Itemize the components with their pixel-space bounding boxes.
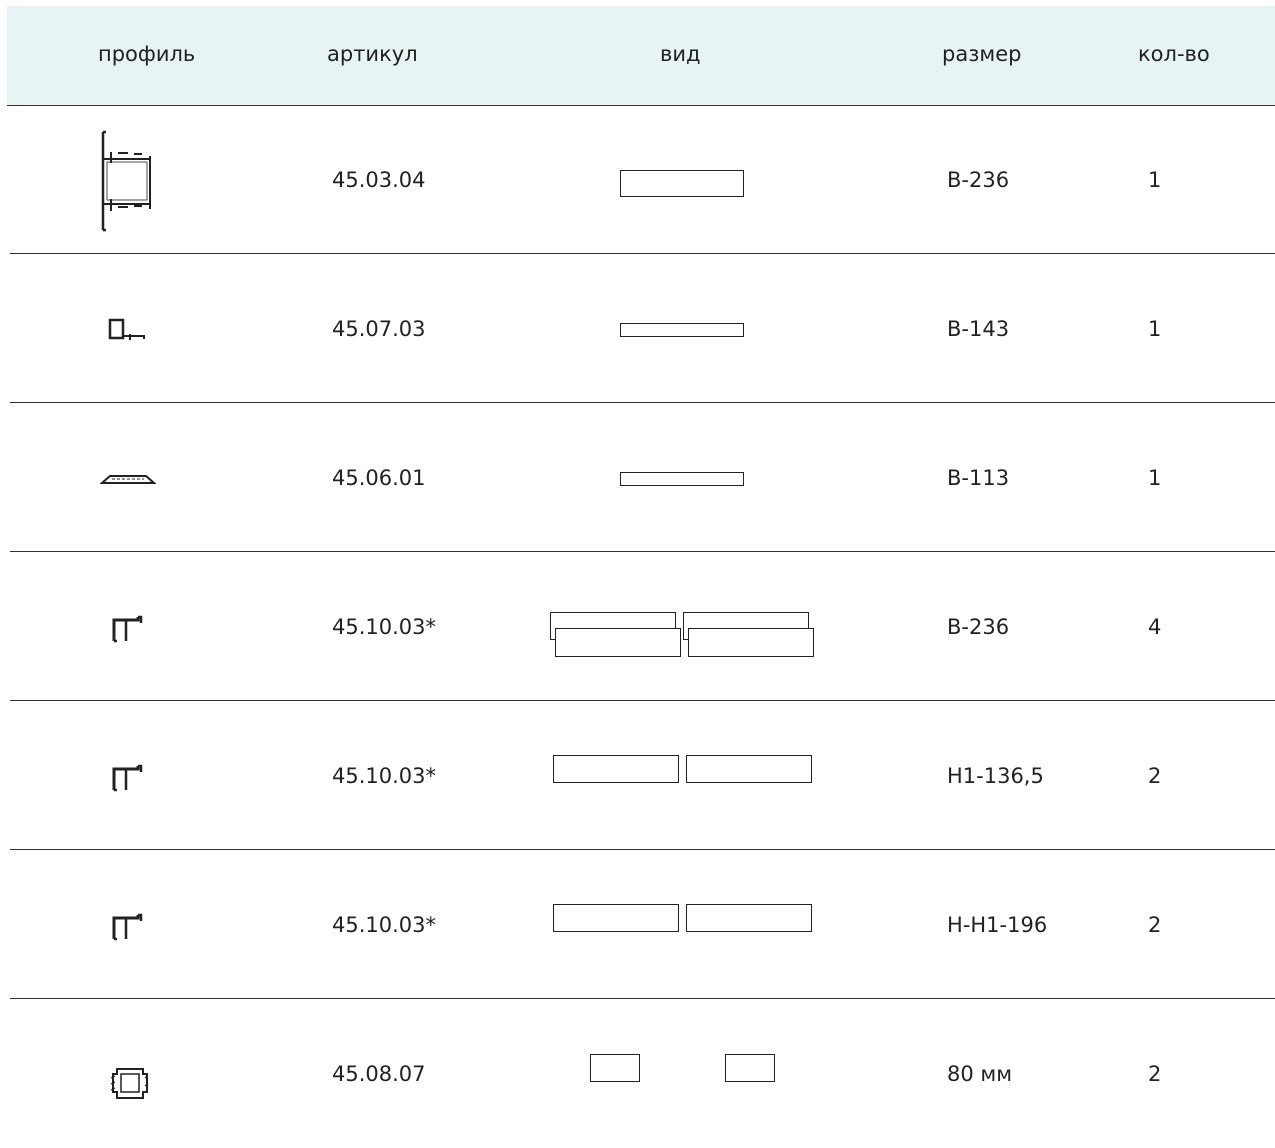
bar-shape [688,628,814,657]
view-diagram [550,851,820,999]
table-row: 45.06.01 B-113 1 [10,404,1275,552]
header-article: артикул [327,42,418,66]
table-row: 45.10.03* H1-136,5 2 [10,702,1275,850]
view-diagram [550,106,820,254]
bar-shape [686,904,812,932]
row-divider [10,252,1275,254]
qty-cell: 4 [1148,615,1162,639]
header-qty: кол-во [1138,42,1210,66]
header-view: вид [660,42,701,66]
table-header: профиль артикул вид размер кол-во [7,6,1275,106]
table-row: 45.03.04 B-236 1 [10,106,1275,254]
row-divider [10,848,1275,850]
u-channel-profile-icon [112,615,143,643]
size-cell: B-236 [947,615,1010,639]
size-cell: H1-136,5 [947,764,1044,788]
article-cell: 45.10.03* [332,913,437,937]
size-cell: H-H1-196 [947,913,1048,937]
view-diagram [550,702,820,850]
size-cell: 80 мм [947,1062,1013,1086]
qty-cell: 1 [1148,317,1162,341]
table-row: 45.10.03* B-236 4 [10,553,1275,701]
bar-shape [620,170,744,197]
row-divider [10,699,1275,701]
article-cell: 45.07.03 [332,317,426,341]
row-divider [10,401,1275,403]
frame-profile-icon [101,130,151,232]
bar-shape [553,755,679,783]
row-divider [10,997,1275,999]
bar-shape [620,472,744,486]
connector-profile-icon [110,1068,149,1099]
bar-shape [590,1054,640,1082]
bar-shape [725,1054,775,1082]
table-row: 45.07.03 B-143 1 [10,255,1275,403]
view-diagram [550,553,820,701]
view-diagram [550,1000,820,1148]
header-size: размер [942,42,1022,66]
u-channel-profile-icon [112,913,143,941]
u-channel-profile-icon [112,764,143,792]
bar-shape [555,628,681,657]
bar-shape [686,755,812,783]
article-cell: 45.10.03* [332,615,437,639]
flat-strip-profile-icon [100,475,156,484]
article-cell: 45.03.04 [332,168,426,192]
small-rect-profile-icon [108,318,145,340]
qty-cell: 2 [1148,1062,1162,1086]
article-cell: 45.10.03* [332,764,437,788]
bar-shape [553,904,679,932]
qty-cell: 1 [1148,168,1162,192]
size-cell: B-236 [947,168,1010,192]
header-profile: профиль [98,42,196,66]
view-diagram [550,404,820,552]
table-row: 45.10.03* H-H1-196 2 [10,851,1275,999]
table-row: 45.08.07 80 мм 2 [10,1000,1275,1148]
row-divider [10,550,1275,552]
qty-cell: 2 [1148,913,1162,937]
size-cell: B-143 [947,317,1010,341]
view-diagram [550,255,820,403]
size-cell: B-113 [947,466,1010,490]
bar-shape [620,323,744,337]
qty-cell: 1 [1148,466,1162,490]
qty-cell: 2 [1148,764,1162,788]
article-cell: 45.08.07 [332,1062,426,1086]
article-cell: 45.06.01 [332,466,426,490]
